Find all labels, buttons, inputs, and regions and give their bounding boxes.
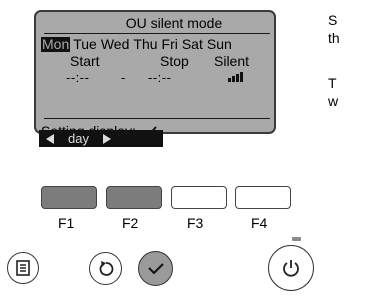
- side-text-4: w: [328, 93, 339, 109]
- side-text-2: th: [328, 30, 340, 46]
- title-divider: [44, 33, 270, 34]
- f2-button[interactable]: [106, 186, 162, 209]
- day-thu[interactable]: Thu: [132, 37, 158, 52]
- stop-label: Stop: [160, 53, 189, 69]
- side-text-1: S: [328, 12, 338, 28]
- left-arrow-icon: [46, 133, 54, 144]
- silent-level-icon: [228, 72, 243, 82]
- day-tue[interactable]: Tue: [72, 37, 98, 52]
- start-time-value: --:--: [66, 70, 90, 85]
- time-separator: -: [121, 70, 126, 85]
- nav-label: day: [68, 131, 89, 146]
- lcd-screen: OU silent mode Mon Tue Wed Thu Fri Sat S…: [34, 10, 276, 139]
- side-text-3: T: [328, 75, 337, 91]
- f3-button[interactable]: [171, 186, 227, 209]
- power-button[interactable]: [268, 245, 314, 291]
- day-nav-bar: day: [39, 130, 163, 147]
- silent-label: Silent: [214, 53, 250, 69]
- stop-time-value: --:--: [148, 70, 172, 85]
- operation-lamp: [292, 237, 301, 241]
- menu-button[interactable]: [7, 252, 39, 284]
- day-sun[interactable]: Sun: [206, 37, 233, 52]
- f4-label: F4: [251, 215, 268, 231]
- confirm-button[interactable]: [138, 251, 173, 286]
- day-wed[interactable]: Wed: [100, 37, 131, 52]
- f2-label: F2: [122, 215, 139, 231]
- start-label: Start: [70, 53, 100, 69]
- day-sat[interactable]: Sat: [181, 37, 204, 52]
- right-arrow-icon: [102, 133, 111, 144]
- day-selector: Mon Tue Wed Thu Fri Sat Sun: [41, 37, 235, 52]
- f1-button[interactable]: [41, 186, 97, 209]
- day-fri[interactable]: Fri: [161, 37, 179, 52]
- check-icon: [147, 262, 164, 274]
- f4-button[interactable]: [235, 186, 291, 209]
- return-button[interactable]: [89, 252, 122, 285]
- return-icon: [99, 260, 113, 276]
- screen-title: OU silent mode: [125, 15, 223, 31]
- footer-divider: [44, 118, 270, 119]
- f3-label: F3: [187, 215, 204, 231]
- power-icon: [283, 260, 299, 277]
- menu-icon: [16, 260, 30, 276]
- f1-label: F1: [58, 215, 75, 231]
- day-mon[interactable]: Mon: [41, 37, 71, 52]
